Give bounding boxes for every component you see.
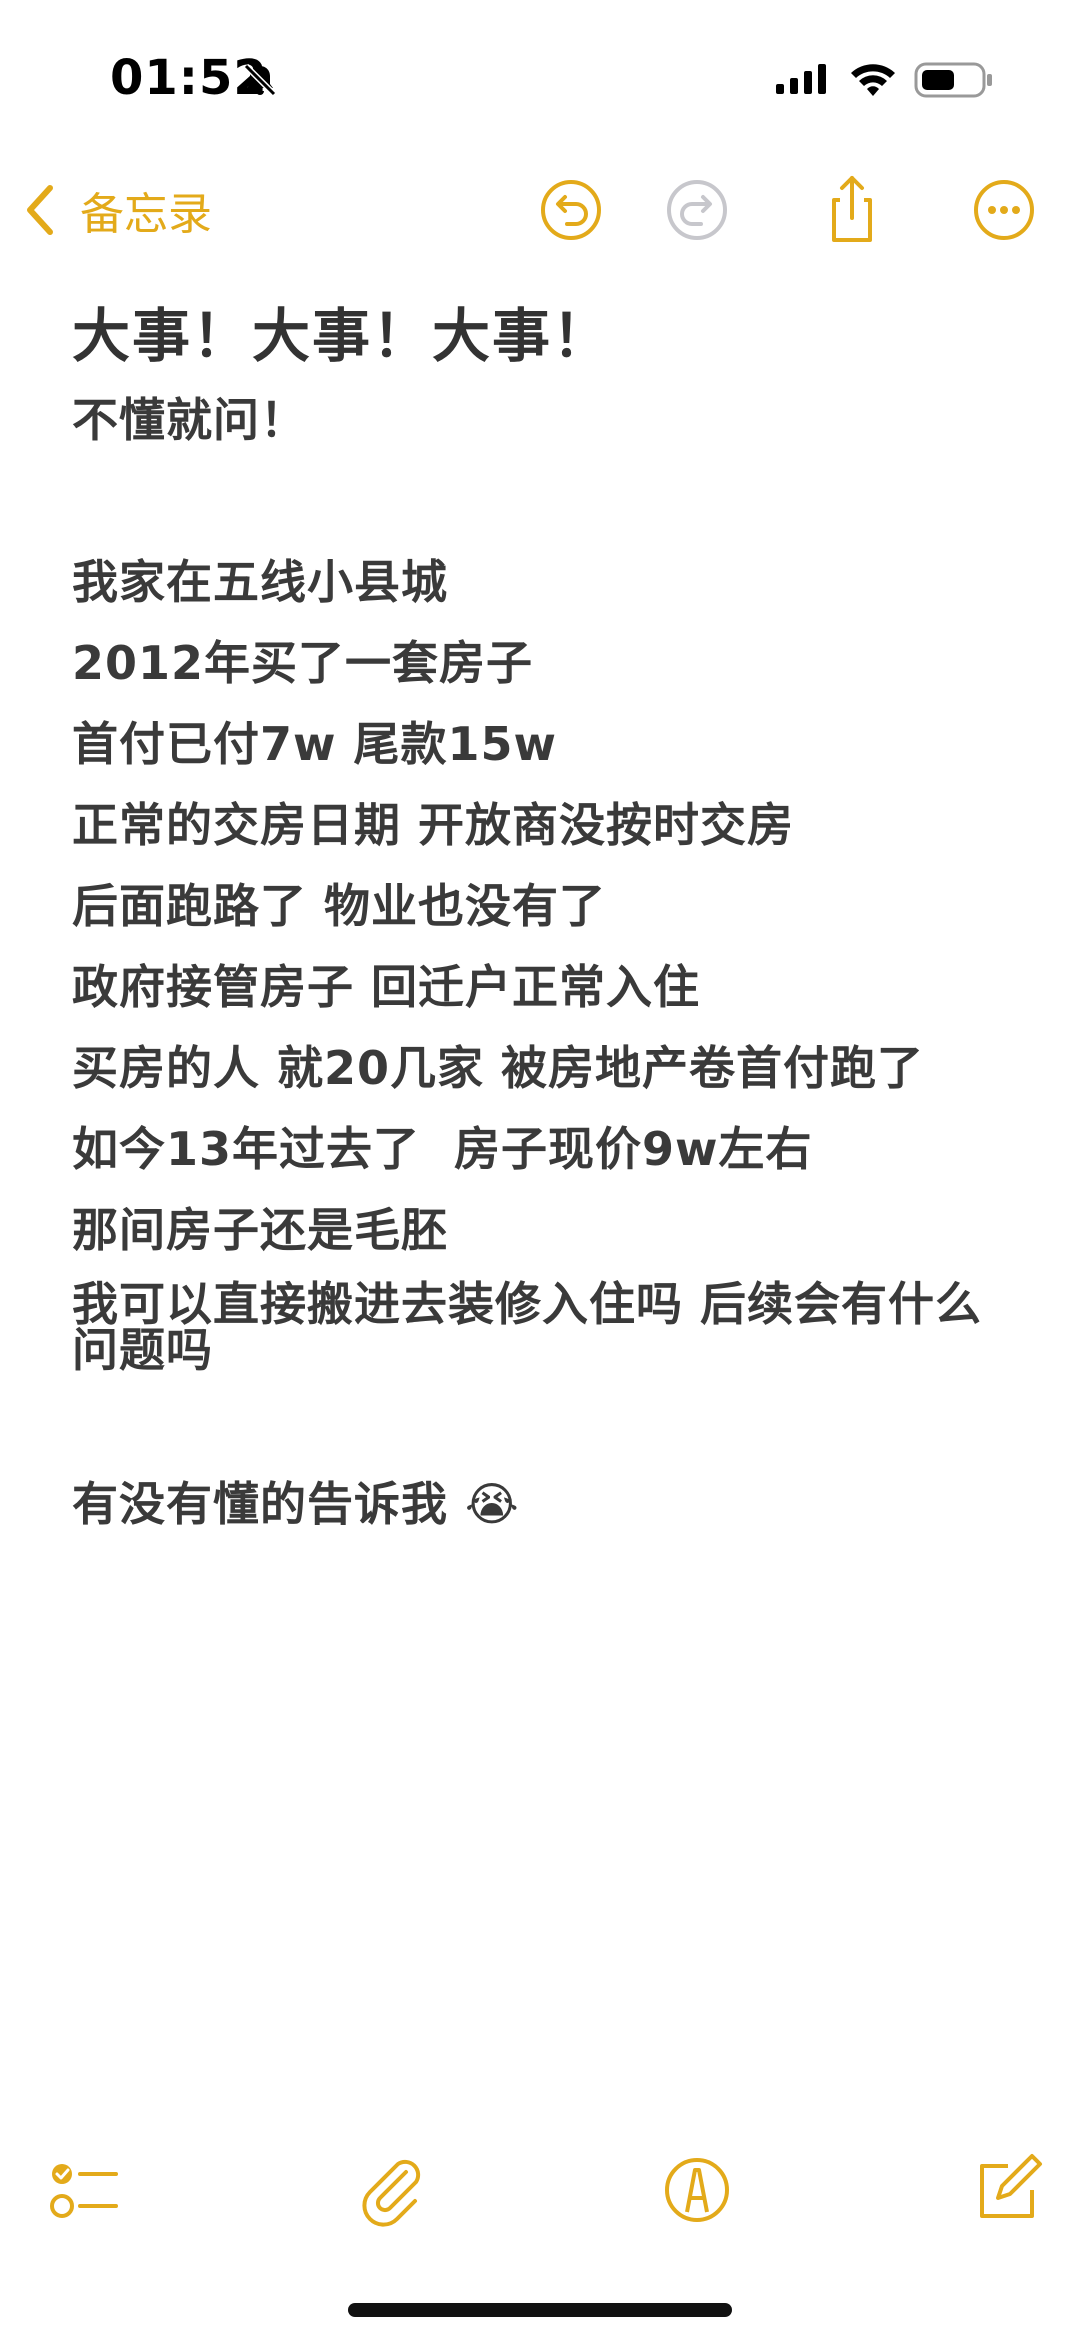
note-line: 我可以直接搬进去装修入住吗 后续会有什么问题吗 [72, 1277, 983, 1377]
note-line: 不懂就问！ [72, 393, 307, 447]
note-line: 我家在五线小县城 [72, 555, 448, 609]
note-line [72, 1383, 1022, 1464]
notes-screen: 01:52 备忘录 大事！大事！大事！ 不懂就问！ 我家在五线小县城 2012年… [0, 0, 1080, 2341]
note-line: 正常的交房日期 开放商没按时交房 [72, 798, 795, 852]
note-line: 那间房子还是毛胚 [72, 1203, 448, 1257]
nav-bar: 备忘录 [0, 160, 1080, 260]
cellular-signal-icon [776, 64, 826, 94]
redo-icon[interactable] [659, 172, 735, 248]
home-indicator[interactable] [348, 2303, 732, 2317]
more-icon[interactable] [966, 172, 1042, 248]
paperclip-icon[interactable] [354, 2152, 430, 2228]
back-label: 备忘录 [80, 189, 212, 240]
back-button[interactable]: 备忘录 [20, 172, 212, 248]
note-line [72, 461, 1022, 542]
status-bar: 01:52 [0, 0, 1080, 150]
battery-icon [914, 62, 992, 98]
checklist-icon[interactable] [46, 2152, 122, 2228]
note-line: 后面跑路了 物业也没有了 [72, 879, 607, 933]
wifi-icon [851, 64, 895, 96]
note-line: 买房的人 就20几家 被房地产卷首付跑了 [72, 1041, 925, 1095]
note-title: 大事！大事！大事！ [72, 302, 613, 370]
chevron-left-icon [27, 185, 53, 235]
compose-icon[interactable] [968, 2152, 1044, 2228]
note-line: 首付已付7w 尾款15w [72, 717, 558, 771]
note-line: 政府接管房子 回迁户正常入住 [72, 960, 701, 1014]
note-line: 有没有懂的告诉我 😭 [72, 1477, 520, 1531]
note-line: 如今13年过去了 房子现价9w左右 [72, 1122, 813, 1176]
undo-icon[interactable] [533, 172, 609, 248]
note-line: 2012年买了一套房子 [72, 636, 534, 690]
markup-pen-icon[interactable] [659, 2152, 735, 2228]
share-icon[interactable] [814, 172, 890, 248]
note-body[interactable]: 大事！大事！大事！ 不懂就问！ 我家在五线小县城 2012年买了一套房子 首付已… [72, 292, 1022, 1545]
bell-slash-icon [243, 63, 277, 97]
